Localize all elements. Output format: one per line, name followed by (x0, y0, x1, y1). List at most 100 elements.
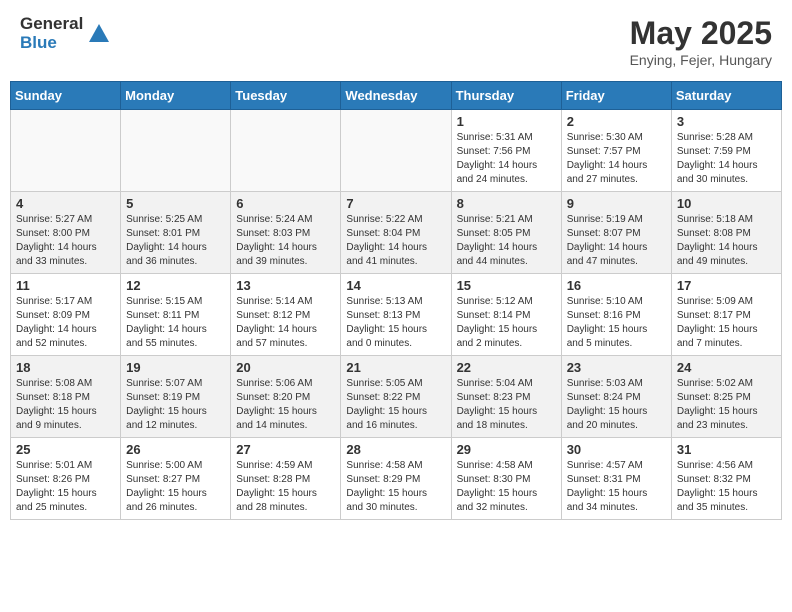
col-header-thursday: Thursday (451, 82, 561, 110)
day-number: 23 (567, 360, 666, 375)
day-info: Sunrise: 5:08 AMSunset: 8:18 PMDaylight:… (16, 377, 115, 433)
day-info: Sunrise: 5:14 AMSunset: 8:12 PMDaylight:… (236, 295, 335, 351)
calendar-cell: 21Sunrise: 5:05 AMSunset: 8:22 PMDayligh… (341, 356, 451, 438)
day-info: Sunrise: 5:12 AMSunset: 8:14 PMDaylight:… (457, 295, 556, 351)
day-number: 24 (677, 360, 776, 375)
day-number: 7 (346, 196, 445, 211)
calendar-cell: 8Sunrise: 5:21 AMSunset: 8:05 PMDaylight… (451, 192, 561, 274)
page-header: General Blue May 2025 Enying, Fejer, Hun… (10, 10, 782, 73)
calendar-cell: 24 Sunrise: 5:02 AMSunset: 8:25 PMDayligh… (671, 356, 781, 438)
logo-icon (85, 20, 113, 48)
col-header-monday: Monday (121, 82, 231, 110)
day-info: Sunrise: 5:07 AMSunset: 8:19 PMDaylight:… (126, 377, 225, 433)
day-info: Sunrise: 5:28 AMSunset: 7:59 PMDaylight:… (677, 131, 776, 187)
calendar-cell: 23 Sunrise: 5:03 AMSunset: 8:24 PMDayligh… (561, 356, 671, 438)
day-number: 27 (236, 442, 335, 457)
calendar-cell: 31 Sunrise: 4:56 AMSunset: 8:32 PMDayligh… (671, 438, 781, 520)
week-row-3: 11 Sunrise: 5:17 AMSunset: 8:09 PMDayligh… (11, 274, 782, 356)
day-number: 16 (567, 278, 666, 293)
day-info: Sunrise: 5:15 AMSunset: 8:11 PMDaylight:… (126, 295, 225, 351)
day-number: 11 (16, 278, 115, 293)
day-info: Sunrise: 5:10 AMSunset: 8:16 PMDaylight:… (567, 295, 666, 351)
day-info: Sunrise: 4:56 AMSunset: 8:32 PMDaylight:… (677, 459, 776, 515)
day-info: Sunrise: 5:17 AMSunset: 8:09 PMDaylight:… (16, 295, 115, 351)
day-info: Sunrise: 5:21 AMSunset: 8:05 PMDaylight:… (457, 213, 556, 269)
day-number: 3 (677, 114, 776, 129)
week-row-2: 4 Sunrise: 5:27 AMSunset: 8:00 PMDaylight… (11, 192, 782, 274)
day-info: Sunrise: 5:09 AMSunset: 8:17 PMDaylight:… (677, 295, 776, 351)
day-info: Sunrise: 5:06 AMSunset: 8:20 PMDaylight:… (236, 377, 335, 433)
day-number: 6 (236, 196, 335, 211)
day-info: Sunrise: 5:00 AMSunset: 8:27 PMDaylight:… (126, 459, 225, 515)
calendar-cell: 30 Sunrise: 4:57 AMSunset: 8:31 PMDayligh… (561, 438, 671, 520)
day-info: Sunrise: 4:58 AMSunset: 8:29 PMDaylight:… (346, 459, 445, 515)
day-number: 4 (16, 196, 115, 211)
col-header-wednesday: Wednesday (341, 82, 451, 110)
calendar-cell (341, 110, 451, 192)
day-number: 9 (567, 196, 666, 211)
day-info: Sunrise: 5:25 AMSunset: 8:01 PMDaylight:… (126, 213, 225, 269)
day-info: Sunrise: 5:19 AMSunset: 8:07 PMDaylight:… (567, 213, 666, 269)
logo-line2: Blue (20, 34, 83, 53)
day-number: 26 (126, 442, 225, 457)
day-number: 12 (126, 278, 225, 293)
calendar-cell: 12 Sunrise: 5:15 AMSunset: 8:11 PMDayligh… (121, 274, 231, 356)
col-header-friday: Friday (561, 82, 671, 110)
calendar-cell: 11 Sunrise: 5:17 AMSunset: 8:09 PMDayligh… (11, 274, 121, 356)
calendar-cell: 17Sunrise: 5:09 AMSunset: 8:17 PMDayligh… (671, 274, 781, 356)
day-info: Sunrise: 5:24 AMSunset: 8:03 PMDaylight:… (236, 213, 335, 269)
day-info: Sunrise: 5:02 AMSunset: 8:25 PMDaylight:… (677, 377, 776, 433)
day-info: Sunrise: 5:30 AMSunset: 7:57 PMDaylight:… (567, 131, 666, 187)
day-number: 30 (567, 442, 666, 457)
day-number: 25 (16, 442, 115, 457)
calendar-cell: 29Sunrise: 4:58 AMSunset: 8:30 PMDayligh… (451, 438, 561, 520)
calendar-cell (121, 110, 231, 192)
calendar-cell: 22Sunrise: 5:04 AMSunset: 8:23 PMDayligh… (451, 356, 561, 438)
calendar-cell: 4 Sunrise: 5:27 AMSunset: 8:00 PMDaylight… (11, 192, 121, 274)
calendar-cell: 13 Sunrise: 5:14 AMSunset: 8:12 PMDayligh… (231, 274, 341, 356)
calendar-cell: 10 Sunrise: 5:18 AMSunset: 8:08 PMDayligh… (671, 192, 781, 274)
calendar-cell: 16 Sunrise: 5:10 AMSunset: 8:16 PMDayligh… (561, 274, 671, 356)
calendar-cell: 6 Sunrise: 5:24 AMSunset: 8:03 PMDaylight… (231, 192, 341, 274)
calendar-cell: 28 Sunrise: 4:58 AMSunset: 8:29 PMDayligh… (341, 438, 451, 520)
day-number: 19 (126, 360, 225, 375)
calendar-cell: 18 Sunrise: 5:08 AMSunset: 8:18 PMDayligh… (11, 356, 121, 438)
calendar-cell: 19 Sunrise: 5:07 AMSunset: 8:19 PMDayligh… (121, 356, 231, 438)
day-info: Sunrise: 5:27 AMSunset: 8:00 PMDaylight:… (16, 213, 115, 269)
calendar-cell: 5Sunrise: 5:25 AMSunset: 8:01 PMDaylight… (121, 192, 231, 274)
logo: General Blue (20, 15, 113, 52)
day-info: Sunrise: 4:57 AMSunset: 8:31 PMDaylight:… (567, 459, 666, 515)
calendar-header-row: SundayMondayTuesdayWednesdayThursdayFrid… (11, 82, 782, 110)
day-number: 28 (346, 442, 445, 457)
calendar-cell: 20 Sunrise: 5:06 AMSunset: 8:20 PMDayligh… (231, 356, 341, 438)
location-subtitle: Enying, Fejer, Hungary (630, 52, 772, 68)
calendar-cell: 2 Sunrise: 5:30 AMSunset: 7:57 PMDaylight… (561, 110, 671, 192)
day-info: Sunrise: 4:58 AMSunset: 8:30 PMDaylight:… (457, 459, 556, 515)
day-number: 22 (457, 360, 556, 375)
calendar-cell: 15 Sunrise: 5:12 AMSunset: 8:14 PMDayligh… (451, 274, 561, 356)
day-number: 21 (346, 360, 445, 375)
day-number: 31 (677, 442, 776, 457)
week-row-1: 1 Sunrise: 5:31 AMSunset: 7:56 PMDaylight… (11, 110, 782, 192)
day-info: Sunrise: 5:18 AMSunset: 8:08 PMDaylight:… (677, 213, 776, 269)
day-number: 18 (16, 360, 115, 375)
day-number: 2 (567, 114, 666, 129)
title-block: May 2025 Enying, Fejer, Hungary (630, 15, 772, 68)
day-info: Sunrise: 5:01 AMSunset: 8:26 PMDaylight:… (16, 459, 115, 515)
day-info: Sunrise: 4:59 AMSunset: 8:28 PMDaylight:… (236, 459, 335, 515)
day-number: 10 (677, 196, 776, 211)
logo-line1: General (20, 15, 83, 34)
day-number: 13 (236, 278, 335, 293)
day-number: 15 (457, 278, 556, 293)
day-number: 20 (236, 360, 335, 375)
day-number: 14 (346, 278, 445, 293)
day-number: 1 (457, 114, 556, 129)
day-info: Sunrise: 5:22 AMSunset: 8:04 PMDaylight:… (346, 213, 445, 269)
calendar-table: SundayMondayTuesdayWednesdayThursdayFrid… (10, 81, 782, 520)
week-row-5: 25 Sunrise: 5:01 AMSunset: 8:26 PMDayligh… (11, 438, 782, 520)
calendar-cell: 7 Sunrise: 5:22 AMSunset: 8:04 PMDaylight… (341, 192, 451, 274)
day-info: Sunrise: 5:13 AMSunset: 8:13 PMDaylight:… (346, 295, 445, 351)
calendar-cell: 14 Sunrise: 5:13 AMSunset: 8:13 PMDayligh… (341, 274, 451, 356)
day-info: Sunrise: 5:31 AMSunset: 7:56 PMDaylight:… (457, 131, 556, 187)
day-info: Sunrise: 5:03 AMSunset: 8:24 PMDaylight:… (567, 377, 666, 433)
